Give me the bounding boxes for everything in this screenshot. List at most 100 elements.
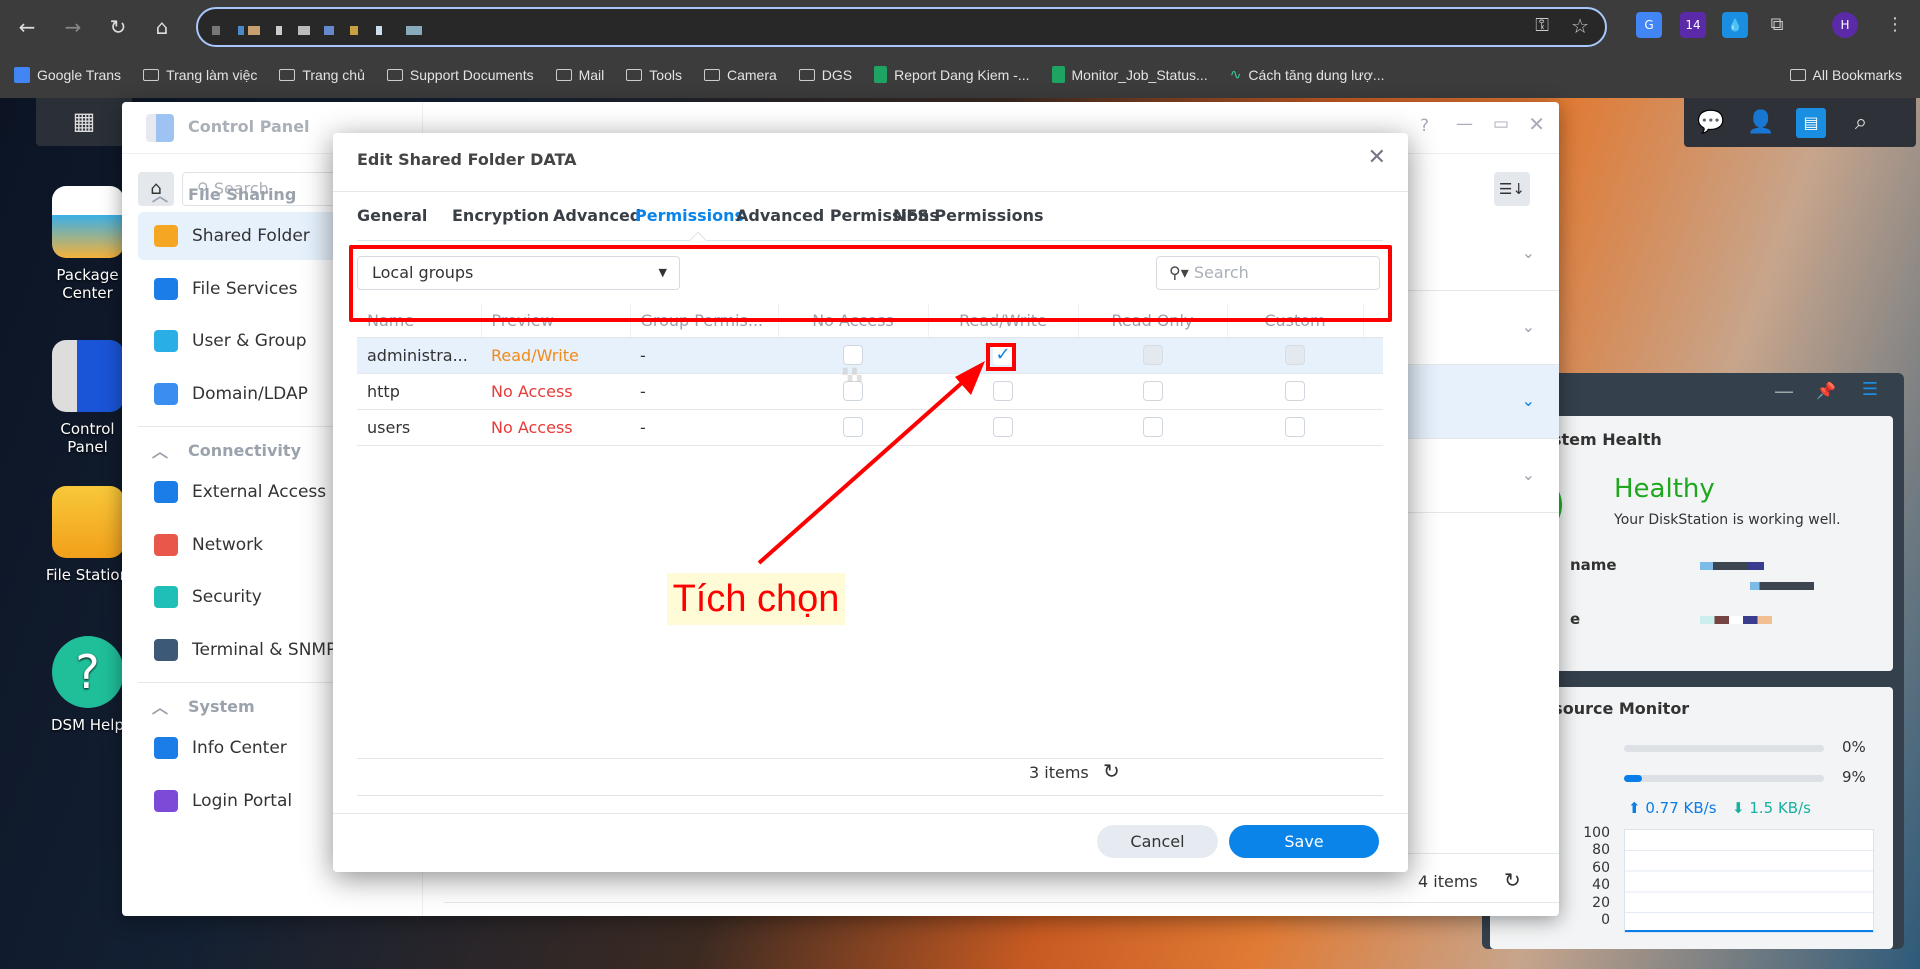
bookmark-item[interactable]: Monitor_Job_Status...	[1051, 66, 1208, 83]
checkbox-no-access[interactable]	[843, 417, 863, 438]
cell-preview: No Access	[491, 381, 573, 401]
pin-icon[interactable]: 📌	[1816, 381, 1836, 400]
address-bar[interactable]: ⚿ ☆	[196, 7, 1607, 47]
help-icon: ?	[51, 636, 124, 708]
close-icon[interactable]: ✕	[1368, 145, 1386, 170]
menu-kebab-icon[interactable]: ⋮	[1882, 12, 1908, 38]
ram-bar	[1624, 775, 1824, 782]
folder-icon	[143, 68, 160, 81]
refresh-icon[interactable]: ↻	[1103, 759, 1120, 783]
folder-icon	[626, 68, 643, 81]
extension-badge-icon[interactable]: 14	[1680, 12, 1706, 38]
maximize-icon[interactable]: ▭	[1493, 114, 1509, 134]
bookmark-label: Cách tăng dung lượ...	[1248, 66, 1385, 83]
y-tick-label: 100	[1583, 825, 1610, 841]
sort-button[interactable]: ☰↓	[1494, 172, 1530, 206]
cancel-button[interactable]: Cancel	[1097, 825, 1218, 858]
sidebar-item-label: Login Portal	[192, 790, 293, 811]
tab-permissions[interactable]: Permissions	[635, 206, 744, 225]
table-row[interactable]: users No Access -	[357, 409, 1383, 446]
bookmark-item[interactable]: DGS	[798, 67, 852, 83]
checkbox-read-write[interactable]	[993, 381, 1013, 402]
checkbox-read-write[interactable]	[993, 417, 1013, 438]
desktop-icon-control-panel[interactable]: Control Panel	[40, 340, 135, 456]
minimize-icon[interactable]: —	[1456, 114, 1473, 134]
refresh-icon[interactable]: ↻	[1504, 868, 1521, 892]
desktop-icon-package-center[interactable]: Package Center	[40, 186, 135, 302]
notifications-chat-icon[interactable]: 💬	[1696, 108, 1726, 138]
bookmark-item[interactable]: Google Trans	[14, 66, 122, 83]
cpu-value: 0%	[1842, 738, 1866, 756]
bookmark-item[interactable]: Tools	[626, 67, 682, 83]
chevron-down-icon[interactable]: ⌄	[1522, 465, 1535, 484]
close-icon[interactable]: ✕	[1528, 112, 1545, 136]
checkbox-read-only[interactable]	[1142, 345, 1163, 366]
bookmark-item[interactable]: Mail	[555, 66, 605, 83]
folder-icon	[1789, 68, 1806, 81]
search-icon[interactable]: ⌕	[1846, 108, 1876, 138]
sidebar-section-header[interactable]: ︿ File Sharing	[152, 182, 296, 206]
grid-icon: ▦	[72, 107, 96, 135]
sidebar-section-header[interactable]: ︿ System	[152, 694, 255, 718]
sidebar-item-label: Security	[192, 587, 262, 607]
table-row[interactable]: administra... Read/Write - ✓	[357, 337, 1383, 374]
desktop-icon-dsm-help[interactable]: ? DSM Help	[40, 636, 135, 734]
chevron-down-icon[interactable]: ⌄	[1522, 243, 1535, 262]
desktop-icon-label: Control Panel	[60, 420, 115, 456]
reload-button[interactable]: ↻	[103, 12, 133, 42]
checkbox-read-only[interactable]	[1142, 381, 1163, 402]
bookmark-label: Trang chủ	[302, 66, 365, 83]
key-icon[interactable]: ⚿	[1535, 15, 1549, 36]
bookmark-star-icon[interactable]: ☆	[1571, 14, 1589, 38]
drop-extension-icon[interactable]: 💧	[1722, 12, 1748, 38]
bookmark-item[interactable]: Trang chủ	[279, 67, 365, 83]
annotation-checkbox-highlight	[986, 343, 1016, 371]
extensions-puzzle-icon[interactable]: ⧉	[1764, 12, 1790, 38]
item-count: 3 items	[1029, 763, 1089, 782]
sidebar-section-header[interactable]: ︿ Connectivity	[152, 438, 301, 462]
dsm-taskbar-right: 💬 👤 ▤ ⌕	[1684, 98, 1916, 147]
user-icon[interactable]: 👤	[1746, 108, 1776, 138]
cell-group: -	[640, 417, 646, 437]
tab-nfs-permissions[interactable]: NFS Permissions	[893, 206, 1043, 225]
checkbox-custom[interactable]	[1285, 381, 1305, 402]
tab-general[interactable]: General	[357, 206, 427, 225]
save-button[interactable]: Save	[1229, 825, 1379, 858]
bookmark-label: Google Trans	[37, 66, 122, 83]
forward-button[interactable]: →	[58, 12, 88, 42]
tab-encryption[interactable]: Encryption	[452, 206, 549, 225]
bookmark-item[interactable]: Camera	[703, 67, 777, 83]
minimize-icon[interactable]: —	[1774, 379, 1794, 403]
chevron-down-icon[interactable]: ⌄	[1522, 391, 1535, 410]
bookmark-item[interactable]: Trang làm việc	[143, 67, 257, 83]
profile-avatar[interactable]: H	[1832, 12, 1858, 38]
checkbox-no-access[interactable]	[843, 345, 863, 366]
section-title: Connectivity	[188, 440, 301, 460]
checkbox-custom[interactable]	[1285, 345, 1305, 366]
table-row[interactable]: http No Access -	[357, 373, 1383, 410]
help-icon[interactable]: ?	[1420, 116, 1429, 136]
widgets-icon[interactable]: ▤	[1796, 108, 1826, 138]
all-bookmarks-button[interactable]: All Bookmarks	[1789, 67, 1902, 83]
bookmark-item[interactable]: Support Documents	[386, 67, 534, 83]
widget-menu-icon[interactable]: ☰	[1862, 379, 1878, 400]
folder-icon	[279, 68, 296, 81]
checkbox-custom[interactable]	[1285, 417, 1305, 438]
checkbox-no-access[interactable]	[843, 381, 863, 402]
bookmark-item[interactable]: Report Dang Kiem -...	[874, 66, 1030, 83]
item-count: 4 items	[1418, 872, 1478, 891]
chevron-down-icon[interactable]: ⌄	[1522, 317, 1535, 336]
home-button[interactable]: ⌂	[147, 12, 177, 42]
bookmark-item[interactable]: ∿ Cách tăng dung lượ...	[1230, 66, 1385, 83]
sheets-icon	[1051, 66, 1065, 83]
bookmark-label: Monitor_Job_Status...	[1071, 66, 1208, 83]
desktop-icon-file-station[interactable]: File Station	[40, 486, 135, 584]
google-translate-extension-icon[interactable]: G	[1636, 12, 1662, 38]
info-label: e	[1570, 610, 1581, 628]
back-button[interactable]: ←	[12, 12, 42, 42]
main-menu-button[interactable]: ▦	[36, 98, 132, 146]
tab-advanced[interactable]: Advanced	[553, 206, 641, 225]
bookmark-label: Mail	[578, 66, 605, 83]
edit-shared-folder-dialog: Edit Shared Folder DATA ✕ General Encrypt…	[333, 133, 1408, 872]
checkbox-read-only[interactable]	[1142, 417, 1163, 438]
